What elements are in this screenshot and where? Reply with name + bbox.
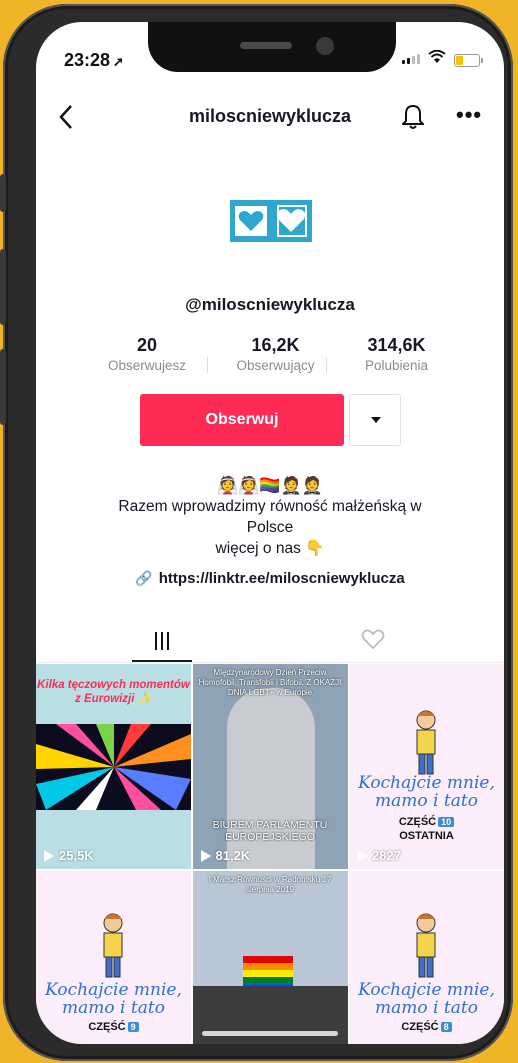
child-illustration (416, 913, 436, 978)
front-camera (316, 37, 334, 55)
part-label: CZĘŚĆ 8 (349, 1021, 504, 1033)
video-caption: I Marsz Równości w Radomsku 17 sierpnia … (208, 875, 332, 894)
part-label: CZĘŚĆ 10 (349, 816, 504, 828)
stat-label: Obserwujący (236, 358, 315, 373)
battery-icon (454, 54, 483, 67)
child-illustration (103, 913, 123, 978)
video-grid: Kilka tęczowych momentów z Eurowizji ✨ 2… (36, 664, 504, 1044)
time-text: 23:28 (64, 50, 111, 70)
volume-up-button (0, 249, 6, 325)
stat-divider (326, 357, 327, 373)
stage-image (36, 724, 191, 810)
suggested-accounts-button[interactable] (349, 394, 401, 446)
part-number: 8 (440, 1022, 452, 1032)
stat-label: Obserwujesz (108, 358, 187, 373)
video-thumbnail[interactable]: I Marsz Równości w Radomsku 17 sierpnia … (192, 871, 348, 1044)
play-icon (357, 849, 367, 862)
wifi-icon (428, 49, 446, 69)
bio-line: Polsce (246, 519, 294, 536)
stat-value: 16,2K (251, 335, 300, 355)
bell-icon[interactable] (400, 104, 426, 130)
location-arrow-icon: ➚ (113, 54, 124, 69)
view-count: 25,5K (44, 848, 94, 863)
profile-handle: @miloscniewyklucza (185, 295, 355, 314)
stat-divider (207, 357, 208, 373)
link-text: https://linktr.ee/miloscniewyklucza (158, 570, 405, 587)
status-time: 23:28 ➚ (64, 50, 124, 71)
view-count-text: 2827 (372, 848, 401, 863)
play-icon (44, 849, 54, 862)
stat-value: 20 (137, 335, 158, 355)
part-text: CZĘŚĆ (401, 1021, 439, 1033)
link-icon: 🔗 (135, 570, 153, 586)
phone-frame: 23:28 ➚ miloscniewyklucza ••• @miloscnie… (0, 4, 513, 1061)
child-illustration (416, 710, 436, 775)
part-number: 9 (127, 1022, 139, 1032)
tab-liked[interactable] (361, 628, 385, 650)
final-label: OSTATNIA (399, 830, 454, 842)
video-thumbnail[interactable]: Kilka tęczowych momentów z Eurowizji ✨ 2… (36, 664, 191, 869)
video-title: Kochajcie mnie, mamo i tato (358, 773, 495, 811)
stat-value: 314,6K (367, 335, 426, 355)
video-thumbnail[interactable]: Kochajcie mnie, mamo i tato CZĘŚĆ 9 (36, 871, 191, 1044)
profile-link[interactable]: 🔗 https://linktr.ee/miloscniewyklucza (36, 570, 504, 587)
active-tab-underline (132, 660, 192, 662)
home-indicator[interactable] (202, 1031, 338, 1036)
videos-grid-icon (155, 632, 169, 650)
video-caption: Międzynarodowy Dzień Przeciw Homofobii, … (198, 668, 342, 697)
page-title: miloscniewyklucza (188, 106, 352, 126)
caret-down-icon (371, 417, 381, 423)
video-thumbnail[interactable]: Kochajcie mnie, mamo i tato CZĘŚĆ 10 OSTA… (349, 664, 504, 869)
part-number: 10 (438, 817, 455, 827)
part-text: CZĘŚĆ (398, 816, 437, 828)
volume-down-button (0, 349, 6, 425)
follow-button[interactable]: Obserwuj (140, 394, 344, 446)
part-text: CZĘŚĆ (88, 1021, 126, 1033)
tab-videos[interactable] (132, 626, 192, 662)
view-count-text: 25,5K (59, 848, 94, 863)
cellular-signal-icon (402, 54, 420, 64)
top-nav: miloscniewyklucza ••• (36, 98, 504, 138)
video-caption: BIUREM PARLAMENTU EUROPEJSKIEGO (212, 819, 328, 843)
stat-likes: 314,6K Polubienia (365, 335, 428, 373)
stat-label: Polubienia (364, 358, 428, 373)
video-caption: Kilka tęczowych momentów z Eurowizji ✨ (37, 679, 190, 705)
video-thumbnail[interactable]: Międzynarodowy Dzień Przeciw Homofobii, … (192, 664, 348, 869)
bio-emojis: 👰👰🏳️‍🌈🤵🤵 (217, 476, 323, 495)
play-icon (200, 849, 211, 862)
more-options-icon[interactable]: ••• (456, 102, 482, 128)
heart-icon (361, 629, 385, 650)
avatar[interactable] (230, 200, 312, 242)
profile-bio: Razem wprowadzimy równość małżeńską w Po… (76, 496, 464, 559)
video-thumbnail[interactable]: Kochajcie mnie, mamo i tato CZĘŚĆ 8 (349, 871, 504, 1044)
speaker (240, 42, 292, 49)
bio-line: więcej o nas 👇 (215, 540, 325, 557)
profile-tabs (36, 614, 504, 663)
part-label: CZĘŚĆ 9 (36, 1021, 191, 1033)
profile-stats: 20 Obserwujesz 16,2K Obserwujący 314,6K … (108, 335, 428, 373)
stat-following[interactable]: 20 Obserwujesz (108, 335, 186, 373)
view-count: 2827 (357, 848, 401, 863)
mute-switch (0, 174, 6, 212)
screen: 23:28 ➚ miloscniewyklucza ••• @miloscnie… (36, 22, 504, 1044)
bio-line: Razem wprowadzimy równość małżeńską w (118, 498, 422, 515)
video-title: Kochajcie mnie, mamo i tato (45, 980, 182, 1018)
stat-followers[interactable]: 16,2K Obserwujący (236, 335, 314, 373)
view-count: 81,2K (200, 848, 251, 863)
video-title: Kochajcie mnie, mamo i tato (358, 980, 495, 1018)
notch (148, 22, 396, 72)
view-count-text: 81,2K (215, 848, 251, 863)
